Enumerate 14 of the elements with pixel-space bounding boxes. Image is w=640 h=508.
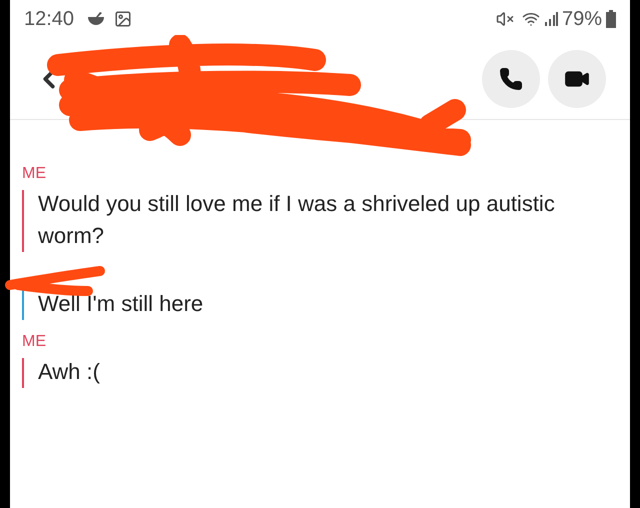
mute-icon bbox=[496, 10, 514, 28]
image-icon bbox=[114, 10, 132, 28]
message-text: Would you still love me if I was a shriveled up autistic worm? bbox=[38, 190, 556, 250]
battery-icon bbox=[606, 10, 616, 28]
message-text: Awh :( bbox=[38, 358, 100, 386]
wifi-icon bbox=[522, 10, 540, 28]
app-notification-icon bbox=[86, 11, 106, 27]
signal-icon bbox=[544, 11, 558, 27]
phone-icon bbox=[499, 66, 523, 90]
status-time: 12:40 bbox=[24, 7, 74, 32]
sender-label: ME bbox=[22, 164, 47, 184]
sender-label: ME bbox=[22, 332, 47, 352]
message-text: Well I'm still here bbox=[38, 290, 204, 318]
battery-level: 79% bbox=[562, 7, 602, 32]
